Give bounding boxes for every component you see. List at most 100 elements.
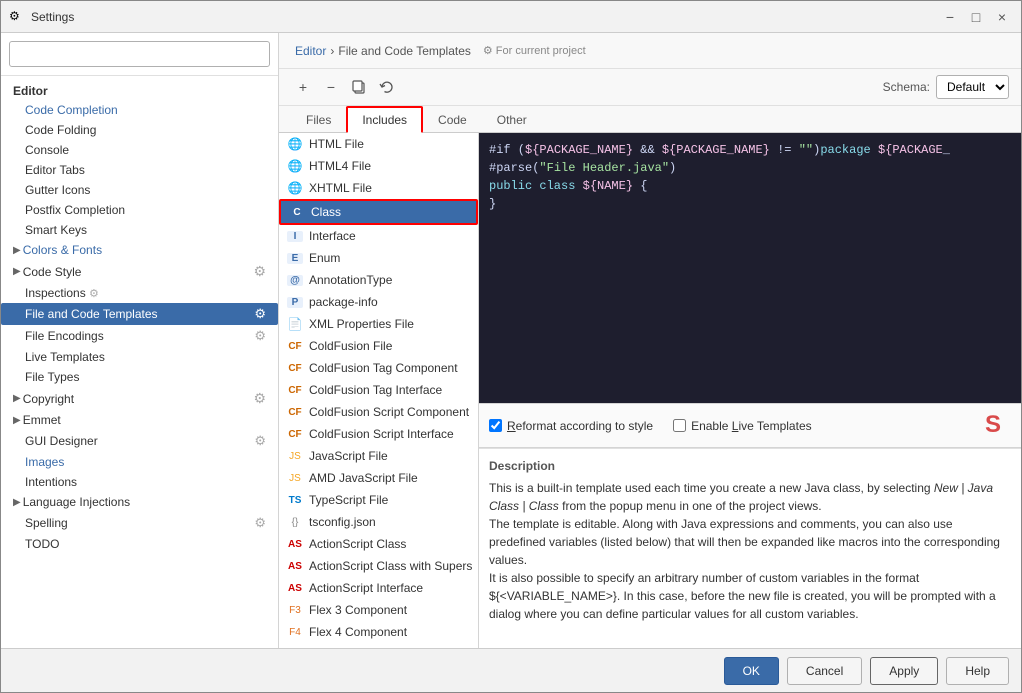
file-item-package-info[interactable]: P package-info (279, 291, 478, 313)
schema-area: Schema: Default (883, 75, 1009, 99)
live-templates-checkbox-wrap[interactable]: Enable Live Templates (673, 419, 812, 433)
cf-script-comp-label: ColdFusion Script Component (309, 405, 469, 419)
copy-template-button[interactable] (347, 75, 371, 99)
sidebar-item-images[interactable]: Images (1, 452, 278, 472)
file-item-cf-tag-comp[interactable]: CF ColdFusion Tag Component (279, 357, 478, 379)
reformat-checkbox[interactable] (489, 419, 502, 432)
description-text: This is a built-in template used each ti… (489, 479, 1011, 623)
reformat-checkbox-wrap[interactable]: Reformat according to style (489, 419, 653, 433)
file-item-as-class[interactable]: AS ActionScript Class (279, 533, 478, 555)
file-item-ts-file[interactable]: TS TypeScript File (279, 489, 478, 511)
as-supers-label: ActionScript Class with Supers (309, 559, 472, 573)
ok-button[interactable]: OK (724, 657, 779, 685)
sidebar-item-gutter-icons[interactable]: Gutter Icons (1, 180, 278, 200)
sidebar-item-emmet[interactable]: ▶ Emmet (1, 410, 278, 430)
code-editor[interactable]: #if (${PACKAGE_NAME} && ${PACKAGE_NAME} … (479, 133, 1021, 403)
tab-other[interactable]: Other (482, 107, 542, 133)
cancel-button[interactable]: Cancel (787, 657, 862, 685)
sidebar-item-intentions[interactable]: Intentions (1, 472, 278, 492)
sidebar-item-smart-keys[interactable]: Smart Keys (1, 220, 278, 240)
sidebar-item-copyright[interactable]: ▶ Copyright ⚙ (1, 387, 278, 410)
file-item-as-interface[interactable]: AS ActionScript Interface (279, 577, 478, 599)
live-templates-label: Enable Live Templates (691, 419, 812, 433)
html-file-icon: 🌐 (287, 137, 303, 151)
options-bar: Reformat according to style Enable Live … (479, 403, 1021, 448)
file-item-interface[interactable]: I Interface (279, 225, 478, 247)
search-input[interactable] (9, 41, 270, 67)
cf-file-label: ColdFusion File (309, 339, 392, 353)
file-item-html[interactable]: 🌐 HTML File (279, 133, 478, 155)
sidebar-item-gui-designer[interactable]: GUI Designer ⚙ (1, 430, 278, 452)
help-button[interactable]: Help (946, 657, 1009, 685)
file-encodings-label: File Encodings (25, 329, 104, 343)
file-item-cf-tag-iface[interactable]: CF ColdFusion Tag Interface (279, 379, 478, 401)
file-item-annotation[interactable]: @ AnnotationType (279, 269, 478, 291)
sidebar-item-code-folding[interactable]: Code Folding (1, 120, 278, 140)
expand-arrow-copyright: ▶ (13, 393, 21, 404)
reset-template-button[interactable] (375, 75, 399, 99)
sidebar-item-code-style[interactable]: ▶ Code Style ⚙ (1, 260, 278, 283)
file-item-flex4[interactable]: F4 Flex 4 Component (279, 621, 478, 643)
expand-arrow-colors-fonts: ▶ (13, 245, 21, 256)
cf-file-icon: CF (287, 341, 303, 352)
sidebar-item-language-injections[interactable]: ▶ Language Injections (1, 492, 278, 512)
reformat-label: Reformat according to style (507, 419, 653, 433)
tab-code[interactable]: Code (423, 107, 482, 133)
cf-tag-comp-label: ColdFusion Tag Component (309, 361, 458, 375)
flex3-label: Flex 3 Component (309, 603, 407, 617)
file-item-cf-file[interactable]: CF ColdFusion File (279, 335, 478, 357)
file-item-cf-script-comp[interactable]: CF ColdFusion Script Component (279, 401, 478, 423)
sidebar-item-todo[interactable]: TODO (1, 534, 278, 554)
annotation-label: AnnotationType (309, 273, 392, 287)
breadcrumb-bar: Editor › File and Code Templates ⚙ For c… (279, 33, 1021, 69)
sidebar-item-file-types[interactable]: File Types (1, 367, 278, 387)
sidebar-section-editor[interactable]: Editor (1, 80, 278, 100)
file-item-xml-properties[interactable]: 📄 XML Properties File (279, 313, 478, 335)
expand-arrow-emmet: ▶ (13, 415, 21, 426)
file-item-cf-script-iface[interactable]: CF ColdFusion Script Interface (279, 423, 478, 445)
minimize-button[interactable]: − (939, 6, 961, 28)
code-line-1: #if (${PACKAGE_NAME} && ${PACKAGE_NAME} … (489, 141, 1011, 159)
html4-file-label: HTML4 File (309, 159, 371, 173)
file-item-amd-js[interactable]: JS AMD JavaScript File (279, 467, 478, 489)
emmet-label: Emmet (23, 413, 61, 427)
cf-tag-iface-label: ColdFusion Tag Interface (309, 383, 442, 397)
file-item-js-file[interactable]: JS JavaScript File (279, 445, 478, 467)
live-templates-checkbox[interactable] (673, 419, 686, 432)
close-button[interactable]: × (991, 6, 1013, 28)
file-item-as-supers[interactable]: AS ActionScript Class with Supers (279, 555, 478, 577)
sidebar-item-code-completion[interactable]: Code Completion (1, 100, 278, 120)
file-item-enum[interactable]: E Enum (279, 247, 478, 269)
sidebar-item-spelling[interactable]: Spelling ⚙ (1, 512, 278, 534)
sidebar-item-colors-fonts[interactable]: ▶ Colors & Fonts (1, 240, 278, 260)
file-item-flex3[interactable]: F3 Flex 3 Component (279, 599, 478, 621)
tab-files[interactable]: Files (291, 107, 346, 133)
file-item-html4[interactable]: 🌐 HTML4 File (279, 155, 478, 177)
as-class-icon: AS (287, 539, 303, 550)
apply-button[interactable]: Apply (870, 657, 938, 685)
sidebar-item-file-encodings[interactable]: File Encodings ⚙ (1, 325, 278, 347)
sidebar-item-inspections[interactable]: Inspections ⚙ (1, 283, 278, 303)
tab-includes[interactable]: Includes (346, 106, 423, 133)
spire-logo: S (983, 410, 1011, 441)
maximize-button[interactable]: □ (965, 6, 987, 28)
html4-file-icon: 🌐 (287, 159, 303, 173)
schema-select[interactable]: Default (936, 75, 1009, 99)
file-item-xhtml[interactable]: 🌐 XHTML File (279, 177, 478, 199)
sidebar-item-console[interactable]: Console (1, 140, 278, 160)
remove-template-button[interactable]: − (319, 75, 343, 99)
sidebar-item-live-templates[interactable]: Live Templates (1, 347, 278, 367)
breadcrumb-editor[interactable]: Editor (295, 44, 326, 58)
window-controls: − □ × (939, 6, 1013, 28)
sidebar-item-file-code-templates[interactable]: File and Code Templates ⚙ (1, 303, 278, 325)
flex4-icon: F4 (287, 627, 303, 638)
interface-icon: I (287, 231, 303, 242)
file-item-class[interactable]: C Class (279, 199, 478, 225)
code-style-label: Code Style (23, 265, 82, 279)
sidebar-item-editor-tabs[interactable]: Editor Tabs (1, 160, 278, 180)
add-template-button[interactable]: + (291, 75, 315, 99)
package-info-icon: P (287, 297, 303, 308)
cf-script-iface-label: ColdFusion Script Interface (309, 427, 454, 441)
file-item-tsconfig[interactable]: {} tsconfig.json (279, 511, 478, 533)
sidebar-item-postfix-completion[interactable]: Postfix Completion (1, 200, 278, 220)
